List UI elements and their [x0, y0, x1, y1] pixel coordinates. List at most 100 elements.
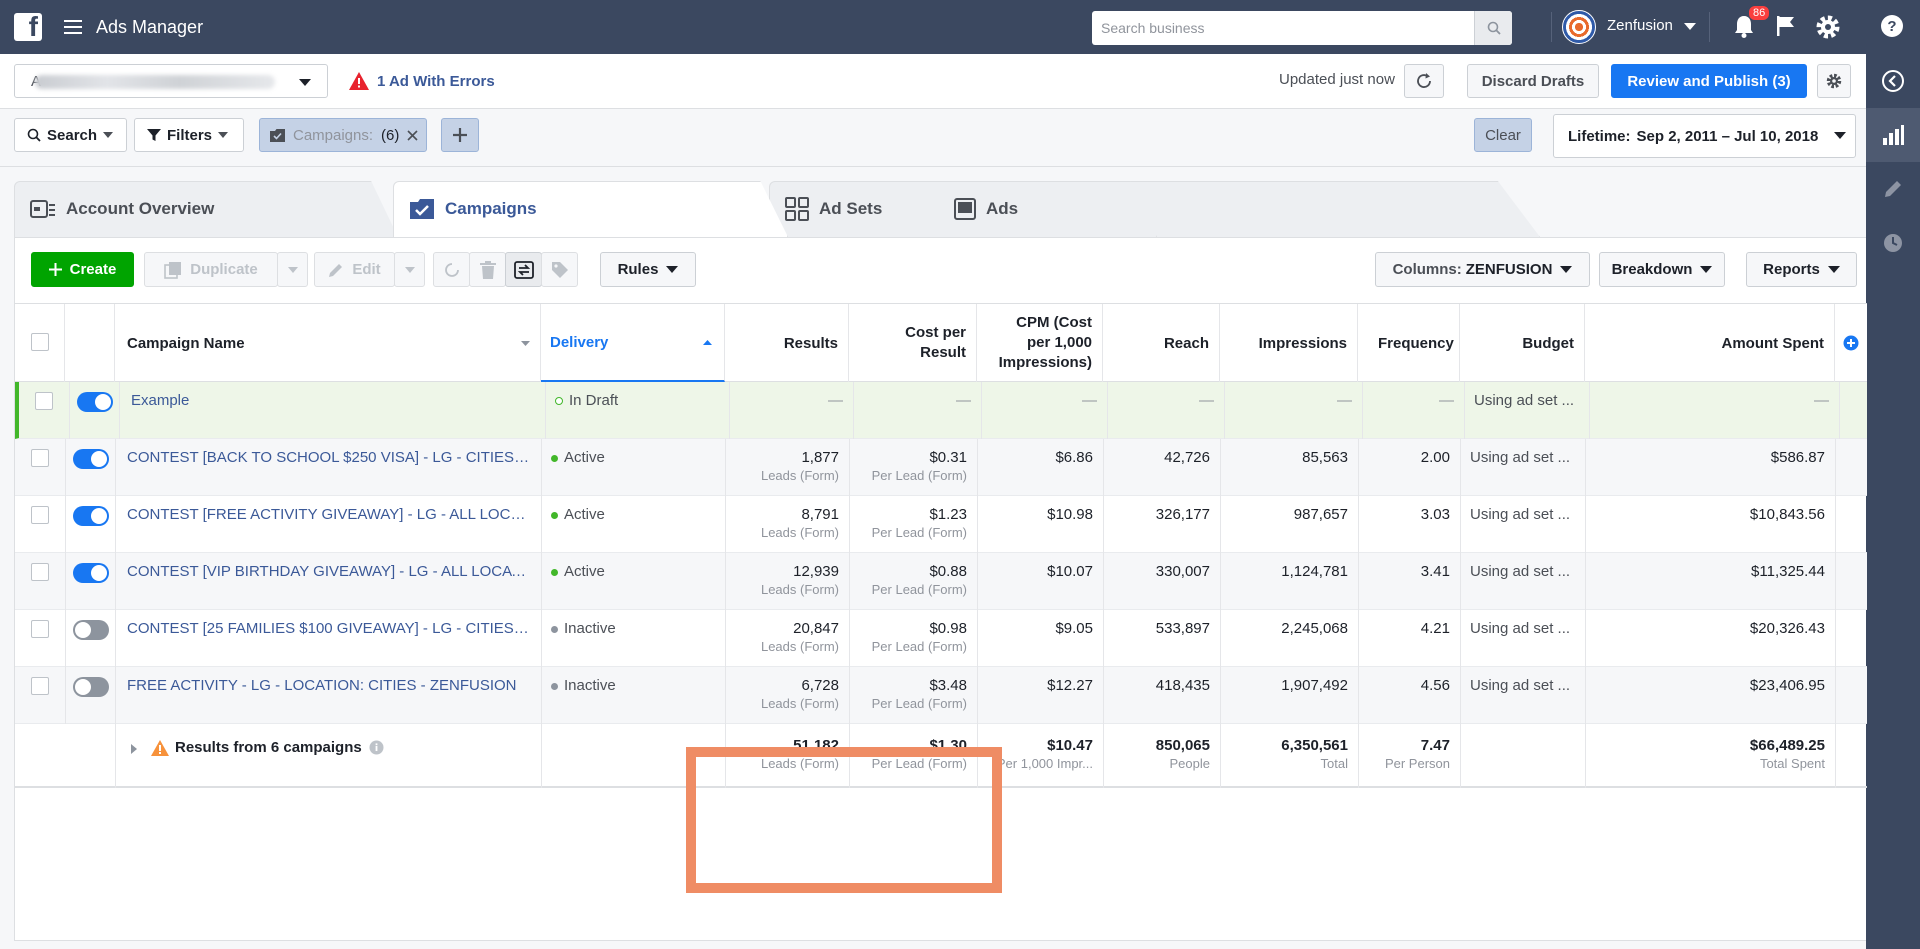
- header-campaign-name[interactable]: Campaign Name: [115, 304, 541, 382]
- reach-value: 418,435: [1155, 677, 1210, 694]
- column-divider: [1835, 496, 1836, 553]
- plus-circle-icon: [1843, 335, 1859, 351]
- breakdown-dropdown[interactable]: Breakdown: [1599, 252, 1725, 287]
- header-reach[interactable]: Reach: [1103, 304, 1220, 382]
- column-divider: [1107, 382, 1108, 439]
- create-button[interactable]: Create: [31, 252, 134, 287]
- columns-dropdown[interactable]: Columns: ZENFUSION: [1375, 252, 1590, 287]
- table-row[interactable]: FREE ACTIVITY - LG - LOCATION: CITIES - …: [15, 667, 1867, 724]
- column-divider: [1460, 439, 1461, 496]
- campaign-name-link[interactable]: CONTEST [25 FAMILIES $100 GIVEAWAY] - LG…: [127, 620, 531, 637]
- expand-caret-icon[interactable]: [131, 744, 137, 754]
- duplicate-dropdown-button[interactable]: [277, 252, 308, 287]
- column-divider: [1835, 553, 1836, 610]
- edit-dropdown-button[interactable]: [394, 252, 425, 287]
- ab-test-button[interactable]: [505, 252, 542, 287]
- tag-button[interactable]: [541, 252, 578, 287]
- info-icon[interactable]: [369, 740, 384, 755]
- filters-dropdown[interactable]: Filters: [134, 118, 244, 152]
- gear-icon[interactable]: [1815, 14, 1841, 40]
- settings-button[interactable]: [1817, 64, 1851, 98]
- facebook-logo-icon[interactable]: f: [14, 11, 42, 42]
- campaign-name-link[interactable]: Example: [131, 392, 535, 409]
- add-column-button[interactable]: [1835, 304, 1867, 382]
- header-cost-per-result[interactable]: Cost per Result: [849, 304, 977, 382]
- add-filter-button[interactable]: [441, 118, 479, 152]
- reports-dropdown[interactable]: Reports: [1746, 252, 1857, 287]
- close-icon[interactable]: [407, 129, 418, 141]
- table-row[interactable]: Example In Draft — — — — — — Using ad set ... —: [15, 382, 1867, 439]
- search-business-input[interactable]: [1092, 11, 1474, 45]
- duplicate-button[interactable]: Duplicate: [144, 252, 278, 287]
- campaign-name-link[interactable]: CONTEST [FREE ACTIVITY GIVEAWAY] - LG - …: [127, 506, 531, 523]
- rail-history-button[interactable]: [1866, 216, 1920, 270]
- campaign-name-link[interactable]: CONTEST [VIP BIRTHDAY GIVEAWAY] - LG - A…: [127, 563, 531, 580]
- header-frequency[interactable]: Frequency: [1358, 304, 1460, 382]
- total-impressions-subtext: Total: [1320, 756, 1348, 771]
- date-range-picker[interactable]: Lifetime: Sep 2, 2011 – Jul 10, 2018: [1553, 114, 1856, 158]
- header-delivery[interactable]: Delivery: [541, 304, 725, 382]
- menu-icon[interactable]: [64, 20, 82, 34]
- campaign-toggle[interactable]: [73, 620, 109, 640]
- flag-icon[interactable]: [1776, 14, 1796, 38]
- ad-errors-link[interactable]: 1 Ad With Errors: [349, 72, 495, 90]
- discard-changes-button[interactable]: [433, 252, 470, 287]
- row-checkbox[interactable]: [31, 563, 49, 581]
- row-checkbox[interactable]: [31, 677, 49, 695]
- table-row[interactable]: CONTEST [FREE ACTIVITY GIVEAWAY] - LG - …: [15, 496, 1867, 553]
- chevron-down-icon[interactable]: [1684, 23, 1696, 31]
- delivery-status-label: Inactive: [564, 677, 616, 694]
- rail-insights-button[interactable]: [1866, 108, 1920, 162]
- header-cpm[interactable]: CPM (Cost per 1,000 Impressions): [977, 304, 1103, 382]
- account-name[interactable]: Zenfusion: [1607, 17, 1673, 34]
- header-amount-spent[interactable]: Amount Spent: [1585, 304, 1835, 382]
- amount-spent-value: $20,326.43: [1749, 620, 1825, 637]
- collapse-rail-button[interactable]: [1866, 54, 1920, 108]
- header-results[interactable]: Results: [725, 304, 849, 382]
- create-button-label: Create: [69, 261, 117, 278]
- budget-value: Using ad set ...: [1470, 506, 1571, 523]
- campaign-name-link[interactable]: CONTEST [BACK TO SCHOOL $250 VISA] - LG …: [127, 449, 531, 466]
- select-all-checkbox[interactable]: [31, 333, 49, 351]
- column-divider: [1220, 667, 1221, 724]
- plus-icon: [453, 128, 467, 142]
- column-divider: [1220, 439, 1221, 496]
- tab-account-overview[interactable]: Account Overview: [14, 181, 398, 237]
- row-checkbox[interactable]: [31, 506, 49, 524]
- rail-edit-button[interactable]: [1866, 162, 1920, 216]
- review-and-publish-button[interactable]: Review and Publish (3): [1611, 64, 1807, 98]
- campaign-toggle[interactable]: [73, 449, 109, 469]
- header-budget[interactable]: Budget: [1460, 304, 1585, 382]
- campaign-name-link[interactable]: FREE ACTIVITY - LG - LOCATION: CITIES - …: [127, 677, 531, 694]
- reach-value: —: [1199, 392, 1214, 409]
- campaign-toggle[interactable]: [77, 392, 113, 412]
- discard-drafts-button[interactable]: Discard Drafts: [1467, 64, 1599, 98]
- row-checkbox[interactable]: [31, 449, 49, 467]
- cpm-value: $10.07: [1047, 563, 1093, 580]
- main-area: A 1 Ad With Errors Updated just now Disc…: [0, 54, 1867, 949]
- campaign-toggle[interactable]: [73, 563, 109, 583]
- help-icon[interactable]: ?: [1880, 14, 1904, 38]
- search-dropdown[interactable]: Search: [14, 118, 127, 152]
- row-checkbox[interactable]: [31, 620, 49, 638]
- tab-campaigns[interactable]: Campaigns: [393, 181, 788, 237]
- row-checkbox[interactable]: [35, 392, 53, 410]
- search-button[interactable]: [1474, 11, 1512, 45]
- edit-button[interactable]: Edit: [314, 252, 395, 287]
- header-impressions[interactable]: Impressions: [1220, 304, 1358, 382]
- table-row[interactable]: CONTEST [25 FAMILIES $100 GIVEAWAY] - LG…: [15, 610, 1867, 667]
- campaign-toggle[interactable]: [73, 506, 109, 526]
- status-dot-icon: [551, 625, 558, 633]
- delete-button[interactable]: [469, 252, 506, 287]
- table-row[interactable]: CONTEST [BACK TO SCHOOL $250 VISA] - LG …: [15, 439, 1867, 496]
- table-row[interactable]: CONTEST [VIP BIRTHDAY GIVEAWAY] - LG - A…: [15, 553, 1867, 610]
- campaigns-filter-chip[interactable]: Campaigns: (6): [259, 118, 427, 152]
- ad-account-selector[interactable]: A: [14, 64, 328, 98]
- refresh-button[interactable]: [1404, 64, 1444, 98]
- account-avatar[interactable]: [1562, 10, 1596, 44]
- frequency-value: 4.21: [1420, 620, 1450, 637]
- clear-filters-button[interactable]: Clear: [1474, 118, 1532, 152]
- campaign-toggle[interactable]: [73, 677, 109, 697]
- column-divider: [1358, 553, 1359, 610]
- rules-dropdown[interactable]: Rules: [600, 252, 696, 287]
